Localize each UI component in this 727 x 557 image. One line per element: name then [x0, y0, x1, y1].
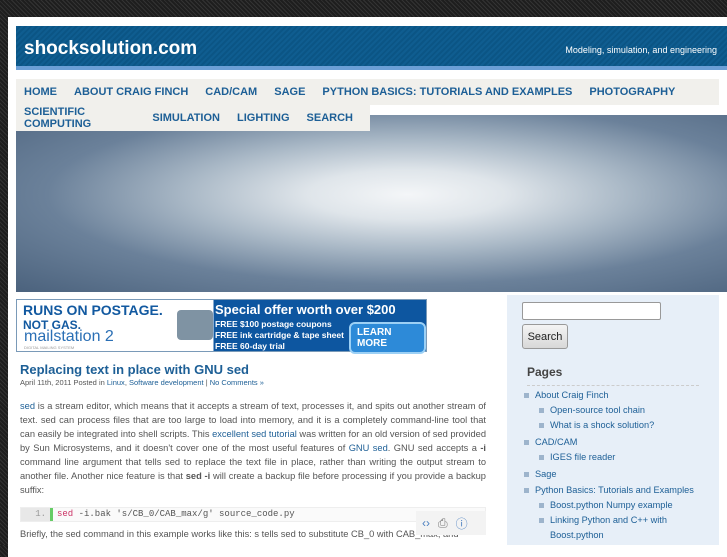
- text: -i: [480, 443, 487, 453]
- pages-list: About Craig Finch Open-source tool chain…: [524, 388, 714, 543]
- ad-brand-sub: DIGITAL MAILING SYSTEM: [24, 345, 75, 350]
- page-link[interactable]: Sage: [524, 467, 714, 482]
- nav-simulation[interactable]: SIMULATION: [152, 112, 220, 124]
- page-label: IGES file reader: [550, 452, 616, 462]
- bullet-icon: [539, 503, 544, 508]
- comments-link[interactable]: No Comments »: [210, 378, 264, 387]
- page-link[interactable]: Boost.python Numpy example: [524, 498, 714, 513]
- gnu-sed-link[interactable]: GNU sed: [349, 443, 388, 453]
- page-link[interactable]: About Craig Finch: [524, 388, 714, 403]
- site-tagline: Modeling, simulation, and engineering: [565, 45, 717, 55]
- nav-row-2: SCIENTIFIC COMPUTING SIMULATION LIGHTING…: [16, 105, 370, 131]
- page-link[interactable]: Open-source tool chain: [524, 403, 714, 418]
- sidebar: Search Pages About Craig Finch Open-sour…: [507, 295, 719, 545]
- ad-banner[interactable]: RUNS ON POSTAGE. NOT GAS. mailstation 2 …: [16, 299, 427, 354]
- page-label: Sage: [535, 469, 557, 479]
- code-toolbar: ‹› ⎙ ⓘ: [416, 511, 486, 535]
- text: . GNU sed accepts a: [387, 443, 481, 453]
- page-label: CAD/CAM: [535, 437, 578, 447]
- print-icon[interactable]: ⎙: [438, 516, 448, 531]
- view-source-icon[interactable]: ‹›: [422, 516, 430, 530]
- pages-heading: Pages: [527, 365, 563, 379]
- page-label: Boost.python Numpy example: [550, 500, 673, 510]
- page-label: Python Basics: Tutorials and Examples: [535, 485, 694, 495]
- post-body: sed is a stream editor, which means that…: [20, 399, 486, 497]
- page-label: What is a shock solution?: [550, 420, 655, 430]
- nav-cadcam[interactable]: CAD/CAM: [205, 86, 257, 98]
- tutorial-link[interactable]: excellent sed tutorial: [212, 429, 297, 439]
- bullet-icon: [539, 518, 544, 523]
- nav-sage[interactable]: SAGE: [274, 86, 305, 98]
- search-input[interactable]: [522, 302, 661, 320]
- learn-more-button[interactable]: LEARN MORE: [349, 322, 426, 354]
- page-label: Open-source tool chain: [550, 405, 645, 415]
- nav-scientific-computing[interactable]: SCIENTIFIC COMPUTING: [24, 106, 135, 130]
- page-link[interactable]: Python Basics: Tutorials and Examples: [524, 483, 714, 498]
- ad-headline: Special offer worth over $200: [215, 302, 396, 317]
- ad-brand: mailstation 2: [24, 328, 114, 345]
- nav-row-1: HOME ABOUT CRAIG FINCH CAD/CAM SAGE PYTH…: [16, 79, 719, 105]
- category-link[interactable]: Linux: [107, 378, 125, 387]
- category-link[interactable]: Software development: [129, 378, 204, 387]
- nav-search[interactable]: SEARCH: [307, 112, 353, 124]
- bullet-icon: [539, 455, 544, 460]
- help-icon[interactable]: ⓘ: [456, 515, 468, 532]
- code-text: -i.bak 's/CB_0/CAB_max/g' source_code.py: [73, 509, 295, 519]
- nav-home[interactable]: HOME: [24, 86, 57, 98]
- page-label: About Craig Finch: [535, 390, 609, 400]
- bullet-icon: [524, 472, 529, 477]
- postage-meter-image: [177, 310, 213, 340]
- post-meta: April 11th, 2011 Posted in Linux, Softwa…: [20, 378, 264, 387]
- page-label: Linking Python and C++ with Boost.python: [550, 515, 667, 540]
- nav-photography[interactable]: PHOTOGRAPHY: [589, 86, 675, 98]
- bullet-icon: [524, 393, 529, 398]
- divider: [527, 385, 699, 386]
- page-link[interactable]: Linking Python and C++ with Boost.python: [524, 513, 684, 543]
- bullet-icon: [524, 440, 529, 445]
- page-link[interactable]: CAD/CAM: [524, 435, 714, 450]
- ad-line-1: RUNS ON POSTAGE.: [23, 302, 163, 318]
- ad-feature: FREE $100 postage coupons: [215, 319, 332, 329]
- page-link[interactable]: IGES file reader: [524, 450, 714, 465]
- sed-link[interactable]: sed: [20, 401, 35, 411]
- site-title[interactable]: shocksolution.com: [24, 38, 197, 60]
- code-keyword: sed: [57, 509, 74, 519]
- post-title[interactable]: Replacing text in place with GNU sed: [20, 362, 249, 377]
- nav-about[interactable]: ABOUT CRAIG FINCH: [74, 86, 188, 98]
- hero-cloud-image: [16, 115, 727, 292]
- page-link[interactable]: What is a shock solution?: [524, 418, 714, 433]
- post-date: April 11th, 2011 Posted in: [20, 378, 107, 387]
- nav-lighting[interactable]: LIGHTING: [237, 112, 290, 124]
- nav-python-basics[interactable]: PYTHON BASICS: TUTORIALS AND EXAMPLES: [322, 86, 572, 98]
- ad-feature: FREE 60-day trial: [215, 341, 285, 351]
- bullet-icon: [539, 408, 544, 413]
- line-number: 1.: [21, 508, 53, 521]
- bullet-icon: [539, 423, 544, 428]
- text: sed -i: [185, 471, 211, 481]
- ad-feature: FREE ink cartridge & tape sheet: [215, 330, 344, 340]
- bullet-icon: [524, 488, 529, 493]
- search-button[interactable]: Search: [522, 324, 568, 349]
- site-header: shocksolution.com Modeling, simulation, …: [16, 26, 727, 70]
